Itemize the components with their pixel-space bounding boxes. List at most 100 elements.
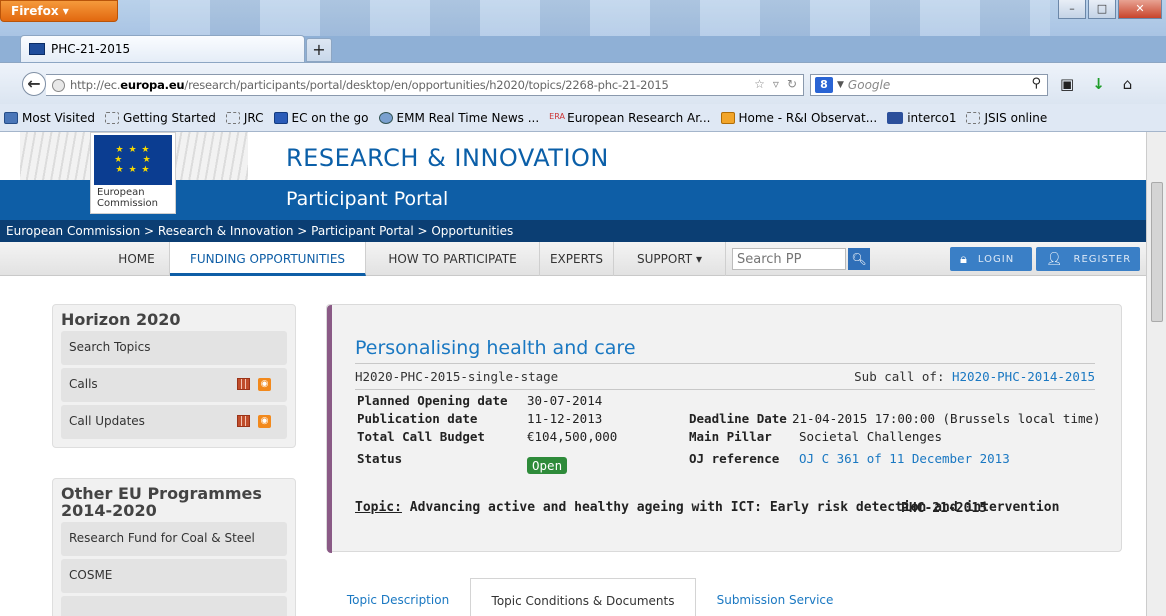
card-accent-bar [327, 305, 332, 553]
bookmark-emm-news[interactable]: EMM Real Time News ... [378, 111, 539, 125]
search-engine-bar[interactable]: 8 ▼ Google ⚲ [810, 74, 1048, 96]
ec-favicon-icon [29, 43, 45, 55]
menu-support[interactable]: SUPPORT ▾ [614, 242, 726, 276]
browser-tab-active[interactable]: PHC-21-2015 [20, 35, 305, 62]
eu-flag-icon [273, 111, 288, 124]
calendar-icon[interactable] [237, 415, 250, 427]
menu-funding-opportunities[interactable]: FUNDING OPPORTUNITIES [170, 242, 366, 276]
engine-dropdown-icon[interactable]: ▼ [837, 80, 844, 90]
rss-icon[interactable]: ◉ [258, 378, 271, 391]
maximize-button[interactable]: □ [1088, 0, 1116, 19]
sidebar-item-more[interactable] [61, 596, 287, 616]
oj-reference-link[interactable]: OJ C 361 of 11 December 2013 [799, 451, 1010, 466]
sidebar-horizon-2020: Horizon 2020 Search Topics Calls ◉ Call … [52, 304, 296, 448]
main-pillar-label: Main Pillar [689, 429, 772, 444]
tab-topic-conditions[interactable]: Topic Conditions & Documents [470, 578, 696, 616]
search-icon[interactable]: 🔍︎ [848, 248, 870, 270]
sidebar-heading: Other EU Programmes 2014-2020 [61, 484, 262, 520]
status-label: Status [357, 451, 403, 466]
url-tools: ☆ ▿ ↻ [754, 77, 797, 91]
eu-stars-icon: ★ ★ ★ ★ ★ ★ ★ ★ [114, 145, 152, 175]
page-icon [225, 111, 240, 124]
site-identity-icon[interactable] [52, 78, 65, 92]
calls-feed-icons: ◉ [237, 378, 271, 391]
window-controls: – □ ✕ [1058, 0, 1162, 19]
sidebar-item-cosme[interactable]: COSME [61, 559, 287, 593]
addon-icon[interactable]: ▣ [1060, 75, 1074, 93]
google-engine-icon[interactable]: 8 [815, 77, 833, 93]
main-menu: HOME FUNDING OPPORTUNITIES HOW TO PARTIC… [0, 242, 1146, 276]
planned-opening-label: Planned Opening date [357, 393, 508, 408]
bookmark-era[interactable]: ERA European Research Ar... [549, 111, 710, 125]
rss-icon[interactable]: ◉ [258, 415, 271, 428]
minimize-button[interactable]: – [1058, 0, 1086, 19]
tab-submission-service[interactable]: Submission Service [700, 578, 850, 616]
menu-how-to-participate[interactable]: HOW TO PARTICIPATE [366, 242, 540, 276]
sidebar-item-calls[interactable]: Calls ◉ [61, 368, 287, 402]
divider [355, 363, 1095, 364]
download-arrow-icon[interactable]: ↓ [1092, 75, 1105, 93]
sidebar-other-programmes: Other EU Programmes 2014-2020 Research F… [52, 478, 296, 616]
user-icon: 👤︎ [1046, 251, 1064, 267]
tab-topic-description[interactable]: Topic Description [330, 578, 466, 616]
url-bar[interactable]: http://ec.europa.eu/research/participant… [46, 74, 804, 96]
call-identifier: H2020-PHC-2015-single-stage [355, 369, 559, 384]
eu-flag-icon: ★ ★ ★ ★ ★ ★ ★ ★ [94, 135, 172, 185]
bookmark-ri-observatory[interactable]: Home - R&I Observat... [720, 111, 877, 125]
reload-icon[interactable]: ↻ [787, 77, 797, 91]
register-button[interactable]: 👤︎ REGISTER [1036, 247, 1140, 271]
history-dropdown-icon[interactable]: ▿ [773, 77, 779, 91]
publication-date-value: 11-12-2013 [527, 411, 603, 426]
most-visited-icon [4, 111, 18, 124]
titlebar-background [150, 0, 1050, 36]
topic-code: PHC-21-2015 [901, 501, 988, 516]
bookmark-getting-started[interactable]: Getting Started [105, 111, 216, 125]
search-pp-input[interactable] [732, 248, 846, 270]
menu-home[interactable]: HOME [104, 242, 170, 276]
sidebar-item-call-updates[interactable]: Call Updates ◉ [61, 405, 287, 439]
scrollbar-thumb[interactable] [1151, 182, 1163, 322]
oj-reference-label: OJ reference [689, 451, 780, 466]
observatory-icon [720, 111, 735, 124]
site-subtitle[interactable]: Participant Portal [286, 188, 448, 210]
vertical-scrollbar[interactable] [1146, 132, 1166, 616]
menu-experts[interactable]: EXPERTS [540, 242, 614, 276]
sidebar-item-search-topics[interactable]: Search Topics [61, 331, 287, 365]
call-title: Personalising health and care [355, 337, 636, 359]
lock-icon: 🔒︎ [960, 251, 968, 267]
bookmark-jsis-online[interactable]: JSIS online [966, 111, 1047, 125]
new-tab-button[interactable]: + [306, 38, 332, 62]
back-button[interactable]: ← [22, 72, 46, 96]
navigation-toolbar: ← http://ec.europa.eu/research/participa… [0, 62, 1166, 104]
login-button[interactable]: 🔒︎ LOGIN [950, 247, 1032, 271]
deadline-value: 21-04-2015 17:00:00 (Brussels local time… [792, 411, 1101, 426]
sub-call-link[interactable]: H2020-PHC-2014-2015 [952, 369, 1095, 384]
page-icon [966, 111, 981, 124]
european-commission-logo[interactable]: ★ ★ ★ ★ ★ ★ ★ ★ European Commission [90, 132, 176, 214]
bookmark-interco1[interactable]: interco1 [887, 111, 956, 125]
updates-feed-icons: ◉ [237, 415, 271, 428]
status-badge: Open [527, 457, 568, 474]
budget-value: €104,500,000 [527, 429, 618, 444]
home-icon[interactable]: ⌂ [1123, 75, 1133, 93]
bookmark-ec-on-the-go[interactable]: EC on the go [273, 111, 369, 125]
web-page: RESEARCH & INNOVATION ★ ★ ★ ★ ★ ★ ★ ★ Euro… [0, 132, 1146, 616]
sidebar-heading: Horizon 2020 [61, 310, 181, 329]
site-title: RESEARCH & INNOVATION [286, 144, 609, 172]
publication-date-label: Publication date [357, 411, 478, 426]
close-window-button[interactable]: ✕ [1118, 0, 1162, 19]
divider [355, 389, 1095, 390]
planned-opening-value: 30-07-2014 [527, 393, 603, 408]
deadline-label: Deadline Date [689, 411, 787, 426]
breadcrumb[interactable]: European Commission > Research & Innovat… [0, 220, 1146, 242]
topic-card: Personalising health and care H2020-PHC-… [326, 304, 1122, 553]
toolbar-extras: ▣ ↓ ⌂ [1060, 75, 1132, 93]
bookmark-jrc[interactable]: JRC [225, 111, 264, 125]
sidebar-item-coal-steel[interactable]: Research Fund for Coal & Steel [61, 522, 287, 556]
search-icon[interactable]: ⚲ [1031, 76, 1041, 91]
bookmark-most-visited[interactable]: Most Visited [4, 111, 95, 125]
logo-text: European Commission [97, 187, 159, 209]
bookmark-star-icon[interactable]: ☆ [754, 77, 765, 91]
firefox-menu-button[interactable]: Firefox ▾ [0, 0, 118, 22]
calendar-icon[interactable] [237, 378, 250, 390]
